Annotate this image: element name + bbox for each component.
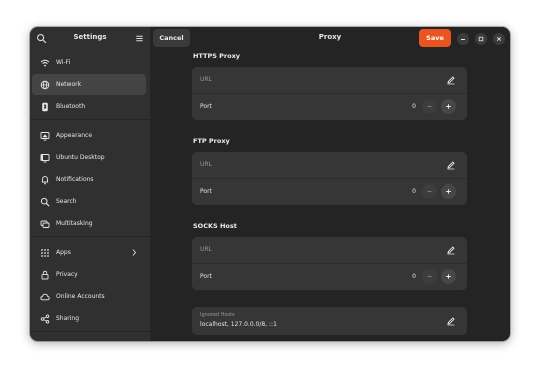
https-url-field[interactable]: URL xyxy=(200,76,212,83)
socks-host-card: URL Port 0 xyxy=(192,237,467,290)
sidebar-item-notifications[interactable]: Notifications xyxy=(32,169,146,190)
sidebar-header: Settings xyxy=(30,27,150,50)
maximize-icon xyxy=(478,36,484,42)
sidebar-item-sharing[interactable]: Sharing xyxy=(32,308,146,329)
settings-window: Settings Wi-Fi Network Bluetooth Appeara… xyxy=(30,27,510,341)
edit-pencil-icon[interactable] xyxy=(446,75,456,85)
socks-port-increment-button[interactable] xyxy=(441,269,456,284)
bell-icon xyxy=(41,175,49,184)
https-port-value[interactable]: 0 xyxy=(408,103,416,110)
sidebar-item-label: Multitasking xyxy=(56,220,93,227)
ftp-port-value[interactable]: 0 xyxy=(408,188,416,195)
search-icon xyxy=(40,197,50,206)
ignored-hosts-card[interactable]: Ignored Hosts localhost, 127.0.0.0/8, ::… xyxy=(192,307,467,335)
https-port-decrement-button[interactable] xyxy=(422,99,437,114)
socks-url-field[interactable]: URL xyxy=(200,246,212,253)
sidebar-divider xyxy=(30,236,150,237)
https-port-row: Port 0 xyxy=(192,94,467,120)
sidebar-item-label: Notifications xyxy=(56,176,94,183)
chevron-right-icon xyxy=(132,249,137,256)
sidebar-item-label: Apps xyxy=(56,249,71,256)
hamburger-menu-icon[interactable] xyxy=(134,33,145,44)
sidebar-item-bluetooth[interactable]: Bluetooth xyxy=(32,96,146,117)
https-url-row[interactable]: URL xyxy=(192,67,467,93)
minimize-button[interactable] xyxy=(457,33,469,45)
plus-icon xyxy=(446,104,451,109)
sidebar-item-label: Sharing xyxy=(56,315,80,322)
ftp-port-decrement-button[interactable] xyxy=(422,184,437,199)
sidebar-item-label: Ubuntu Desktop xyxy=(56,154,105,161)
lock-icon xyxy=(41,270,49,279)
plus-icon xyxy=(446,189,451,194)
sidebar-item-ubuntu-desktop[interactable]: Ubuntu Desktop xyxy=(32,147,146,168)
sidebar-item-multitasking[interactable]: Multitasking xyxy=(32,213,146,234)
multitasking-icon xyxy=(40,220,50,228)
ignored-hosts-value[interactable]: localhost, 127.0.0.0/8, ::1 xyxy=(200,321,277,328)
sidebar-divider xyxy=(30,331,150,332)
ftp-url-field[interactable]: URL xyxy=(200,161,212,168)
sidebar-item-label: Appearance xyxy=(56,132,93,139)
https-proxy-title: HTTPS Proxy xyxy=(193,52,241,60)
sidebar: Settings Wi-Fi Network Bluetooth Appeara… xyxy=(30,27,150,341)
sidebar-item-apps[interactable]: Apps xyxy=(32,242,146,263)
wifi-icon xyxy=(40,59,50,66)
edit-pencil-icon[interactable] xyxy=(446,245,456,255)
bluetooth-icon xyxy=(42,102,48,111)
minus-icon xyxy=(427,106,432,107)
socks-host-title: SOCKS Host xyxy=(193,222,237,230)
close-button[interactable] xyxy=(493,33,505,45)
sidebar-title: Settings xyxy=(73,33,107,41)
sidebar-divider xyxy=(30,119,150,120)
appearance-icon xyxy=(40,131,50,140)
https-port-increment-button[interactable] xyxy=(441,99,456,114)
proxy-content: HTTPS Proxy URL Port 0 FTP Proxy URL Por… xyxy=(150,50,510,341)
sidebar-item-search[interactable]: Search xyxy=(32,191,146,212)
network-icon xyxy=(40,80,50,89)
sidebar-item-network[interactable]: Network xyxy=(32,74,146,95)
https-port-label: Port xyxy=(200,103,212,110)
edit-pencil-icon[interactable] xyxy=(446,160,456,170)
save-button[interactable]: Save xyxy=(419,29,451,47)
header-bar: Cancel Proxy Save xyxy=(150,27,510,50)
close-icon xyxy=(496,36,502,42)
ignored-hosts-label: Ignored Hosts xyxy=(200,312,235,318)
sidebar-item-privacy[interactable]: Privacy xyxy=(32,264,146,285)
minus-icon xyxy=(427,191,432,192)
sidebar-item-label: Search xyxy=(56,198,77,205)
minus-icon xyxy=(427,276,432,277)
socks-port-row: Port 0 xyxy=(192,264,467,290)
sidebar-item-online-accounts[interactable]: Online Accounts xyxy=(32,286,146,307)
sidebar-item-label: Wi-Fi xyxy=(56,59,71,66)
maximize-button[interactable] xyxy=(475,33,487,45)
sidebar-item-label: Network xyxy=(56,81,82,88)
socks-port-decrement-button[interactable] xyxy=(422,269,437,284)
apps-grid-icon xyxy=(41,248,49,257)
ftp-port-row: Port 0 xyxy=(192,179,467,205)
sidebar-item-label: Online Accounts xyxy=(56,293,105,300)
sidebar-item-label: Privacy xyxy=(56,271,78,278)
minimize-icon xyxy=(461,39,465,40)
sidebar-item-wifi[interactable]: Wi-Fi xyxy=(32,52,146,73)
socks-port-label: Port xyxy=(200,273,212,280)
ftp-port-label: Port xyxy=(200,188,212,195)
sidebar-item-appearance[interactable]: Appearance xyxy=(32,125,146,146)
ftp-url-row[interactable]: URL xyxy=(192,152,467,178)
ftp-proxy-title: FTP Proxy xyxy=(193,137,230,145)
edit-pencil-icon[interactable] xyxy=(446,316,456,326)
page-title: Proxy xyxy=(318,33,342,41)
plus-icon xyxy=(446,274,451,279)
https-proxy-card: URL Port 0 xyxy=(192,67,467,120)
cloud-icon xyxy=(40,293,50,300)
ubuntu-desktop-icon xyxy=(40,153,50,162)
share-icon xyxy=(40,313,50,324)
ftp-proxy-card: URL Port 0 xyxy=(192,152,467,205)
socks-url-row[interactable]: URL xyxy=(192,237,467,263)
main-pane: Cancel Proxy Save HTTPS Proxy URL Port 0… xyxy=(150,27,510,341)
sidebar-item-label: Bluetooth xyxy=(56,103,86,110)
ftp-port-increment-button[interactable] xyxy=(441,184,456,199)
socks-port-value[interactable]: 0 xyxy=(408,273,416,280)
